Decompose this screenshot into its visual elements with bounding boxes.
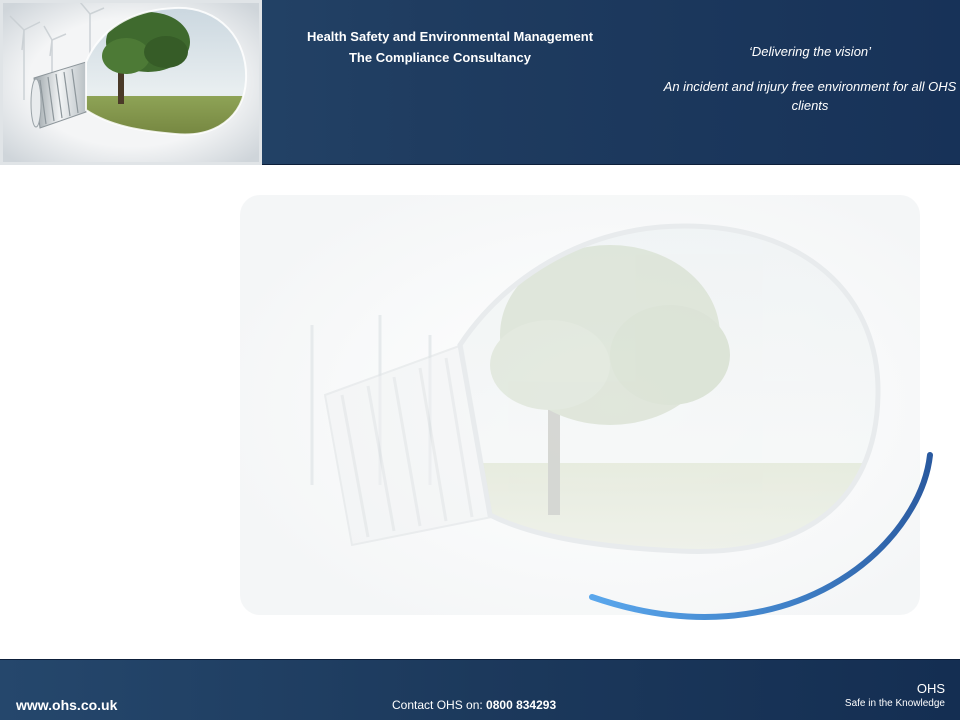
footer-brand: OHS Safe in the Knowledge [845,681,945,709]
vision-statement: An incident and injury free environment … [663,79,957,113]
footer-banner: www.ohs.co.uk Contact OHS on: 0800 83429… [0,659,960,720]
contact-number[interactable]: 0800 834293 [486,698,556,712]
brand-slogan: Safe in the Knowledge [844,698,945,709]
contact-label: Contact OHS on: [392,698,487,712]
company-title: Health Safety and Environmental Manageme… [270,26,630,68]
website-link[interactable]: www.ohs.co.uk [16,697,117,713]
header-banner: Health Safety and Environmental Manageme… [0,0,960,165]
lightbulb-tree-watermark-icon [230,185,950,645]
lightbulb-tree-photo-icon [0,0,262,165]
title-line-1: Health Safety and Environmental Manageme… [306,29,594,44]
tagline-quote: ‘Delivering the vision’ [748,44,872,59]
title-line-2: The Compliance Consultancy [348,50,532,65]
contact-info: Contact OHS on: 0800 834293 [392,698,556,712]
brand-name: OHS [916,681,945,696]
